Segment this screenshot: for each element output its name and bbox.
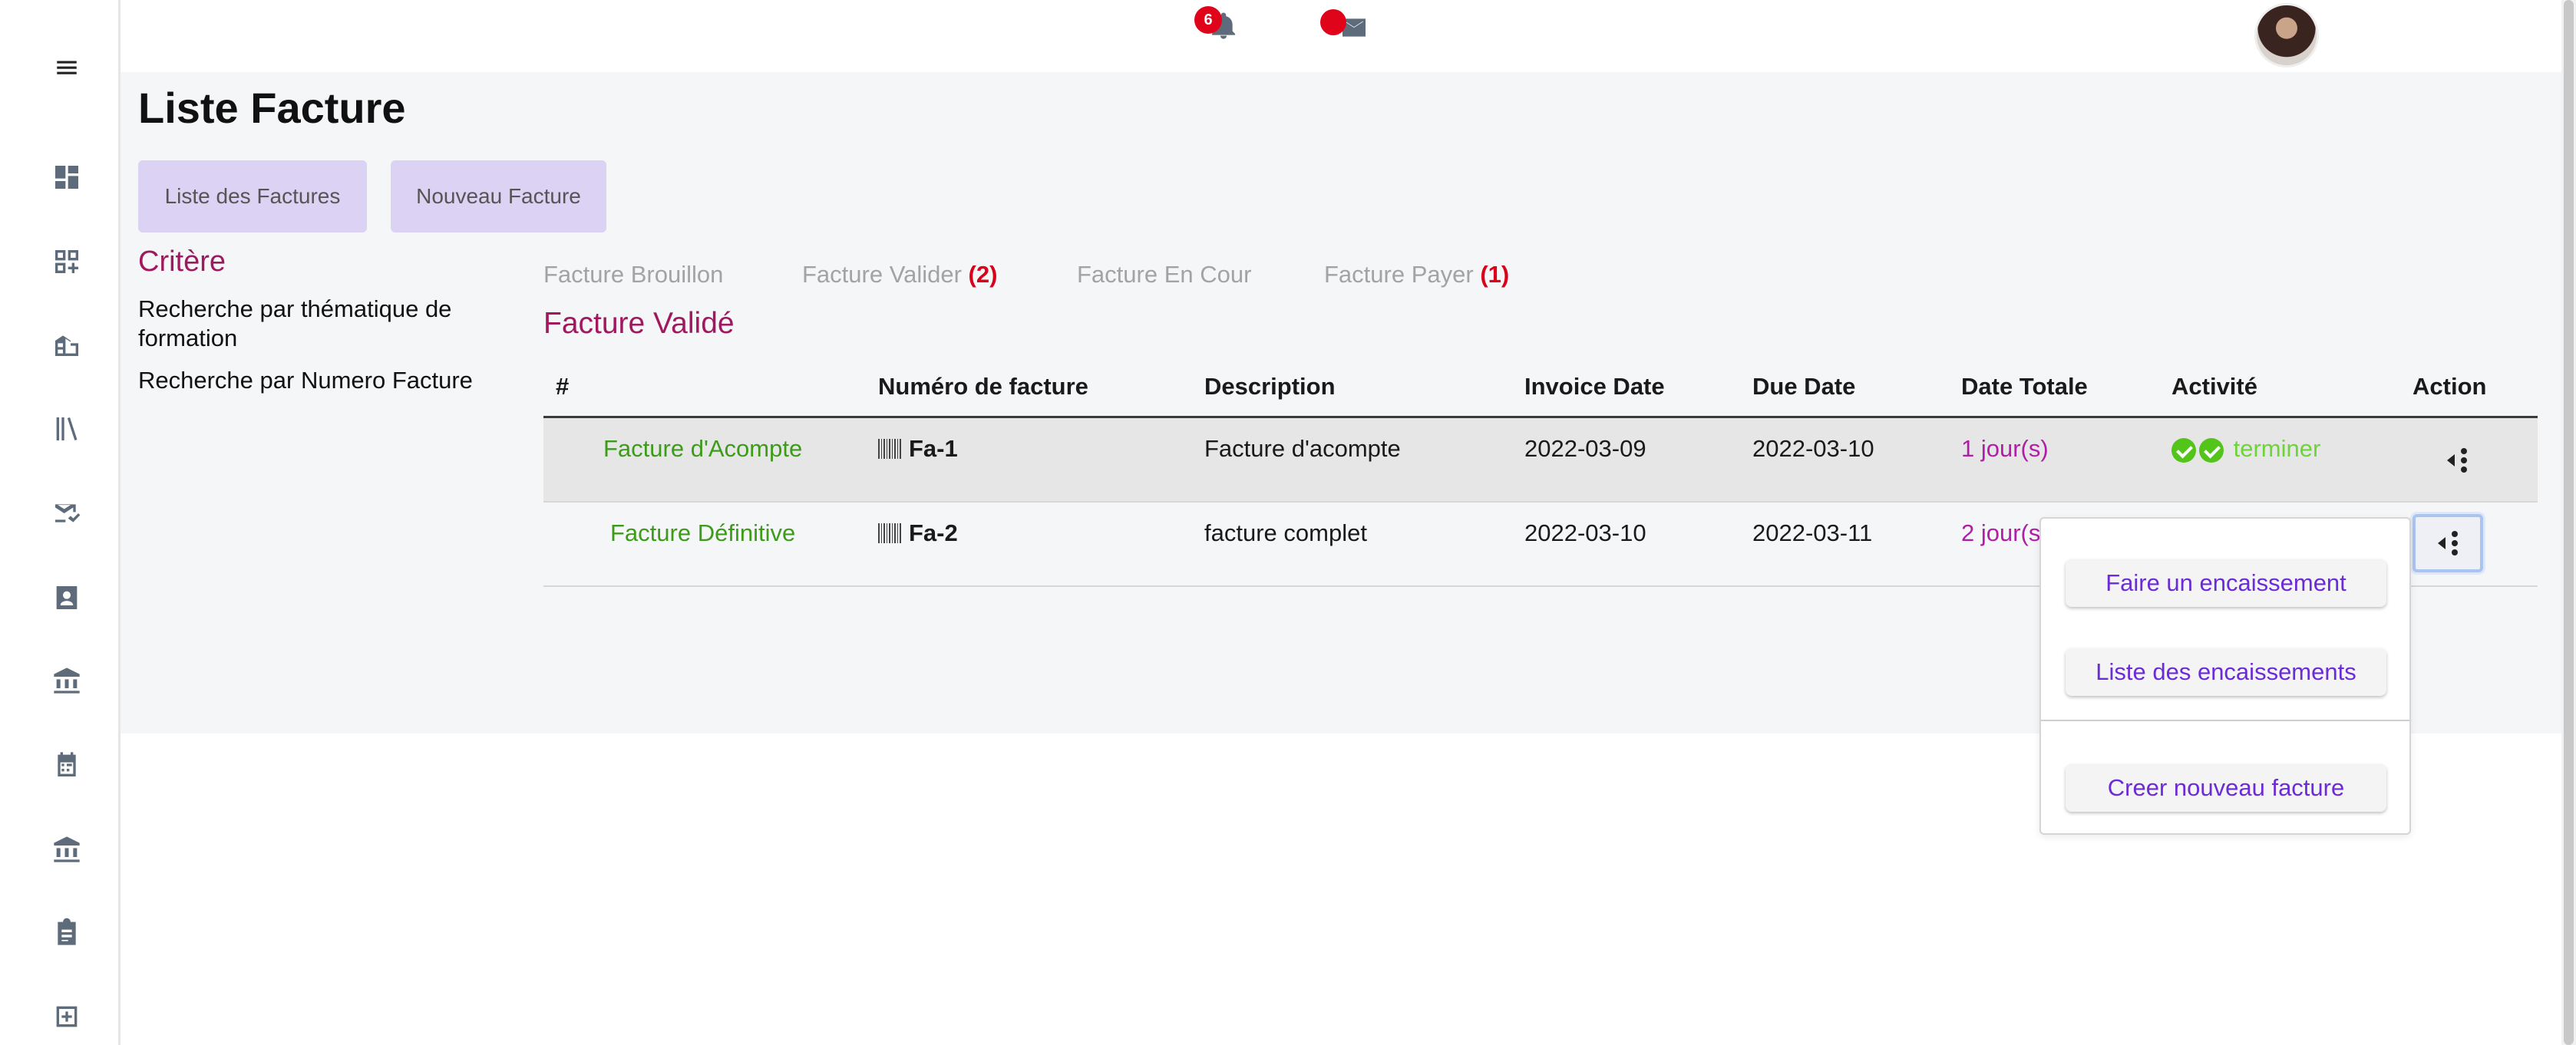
col-header-due-date: Due Date (1752, 373, 1856, 400)
barcode-icon (878, 439, 901, 459)
notification-count-badge: 6 (1194, 6, 1222, 34)
mark-email-icon[interactable] (48, 494, 86, 532)
invoice-number: Fa-2 (878, 519, 958, 547)
criteria-title: Critère (138, 246, 226, 278)
check-circle-icon (2199, 437, 2224, 463)
assignment-icon[interactable] (48, 913, 86, 951)
add-box-icon[interactable] (48, 997, 86, 1036)
tab-label: Facture Brouillon (543, 261, 724, 288)
tab-label: Facture Payer (1324, 261, 1474, 288)
row-action-button[interactable] (2413, 514, 2483, 572)
activity-status: terminer (2171, 435, 2320, 463)
sidebar (0, 0, 121, 1045)
scrollbar-thumb[interactable] (2564, 0, 2574, 1045)
invoice-description: Facture d'acompte (1204, 435, 1401, 462)
caret-left-icon (2447, 454, 2455, 466)
avatar[interactable] (2254, 3, 2319, 68)
col-header-description: Description (1204, 373, 1336, 400)
menu-item-liste-encaissements[interactable]: Liste des encaissements (2066, 648, 2386, 696)
tab-facture-payer[interactable]: Facture Payer (1) (1324, 261, 1509, 288)
widgets-add-icon[interactable] (48, 242, 86, 281)
col-header-date-totale: Date Totale (1961, 373, 2088, 400)
filter-by-theme[interactable]: Recherche par thématique de formation (138, 295, 476, 353)
more-vert-icon (2452, 531, 2458, 555)
barcode-icon (878, 523, 901, 543)
invoice-number: Fa-1 (878, 435, 958, 463)
invoice-date: 2022-03-10 (1524, 519, 1646, 546)
col-header-invoice-date: Invoice Date (1524, 373, 1665, 400)
calendar-icon[interactable] (48, 746, 86, 784)
col-header-index: # (556, 373, 570, 400)
invoice-type: Facture d'Acompte (603, 435, 803, 462)
tab-facture-brouillon[interactable]: Facture Brouillon (543, 261, 723, 288)
activity-label: terminer (2233, 435, 2321, 462)
col-header-action: Action (2413, 373, 2487, 400)
due-date: 2022-03-10 (1752, 435, 1874, 462)
menu-item-faire-encaissement[interactable]: Faire un encaissement (2066, 559, 2386, 607)
tab-label: Facture Valider (802, 261, 962, 288)
tab-count: (2) (968, 261, 998, 288)
invoice-type: Facture Définitive (610, 519, 796, 546)
invoice-number-text: Fa-1 (909, 435, 958, 462)
invoice-number-text: Fa-2 (909, 519, 958, 546)
date-totale: 2 jour(s) (1961, 519, 2049, 546)
tab-count: (1) (1480, 261, 1510, 288)
building-icon[interactable] (48, 325, 86, 364)
notifications-button[interactable]: 6 (1194, 6, 1243, 48)
menu-item-creer-facture[interactable]: Creer nouveau facture (2066, 764, 2386, 812)
tab-facture-valider[interactable]: Facture Valider (2) (802, 261, 997, 288)
col-header-number: Numéro de facture (878, 373, 1088, 400)
contact-card-icon[interactable] (48, 579, 86, 617)
row-action-menu: Faire un encaissement Liste des encaisse… (2039, 517, 2411, 835)
filter-by-number[interactable]: Recherche par Numero Facture (138, 366, 476, 395)
row-action-button[interactable] (2422, 431, 2492, 490)
dashboard-icon[interactable] (48, 158, 86, 196)
menu-icon[interactable] (48, 48, 86, 87)
menu-divider (2041, 720, 2409, 721)
invoice-date: 2022-03-09 (1524, 435, 1646, 462)
date-totale: 1 jour(s) (1961, 435, 2049, 462)
more-vert-icon (2461, 448, 2467, 473)
messages-button[interactable] (1320, 9, 1374, 48)
app-root: 6 Liste Facture Liste des Factures Nouve… (0, 0, 2576, 1045)
page-title: Liste Facture (138, 84, 406, 132)
message-dot-badge (1320, 9, 1346, 35)
col-header-activity: Activité (2171, 373, 2257, 400)
list-invoices-button[interactable]: Liste des Factures (138, 160, 367, 232)
due-date: 2022-03-11 (1752, 519, 1873, 546)
tab-label: Facture En Cour (1077, 261, 1252, 288)
bank-icon[interactable] (48, 661, 86, 700)
library-icon[interactable] (48, 410, 86, 448)
new-invoice-button[interactable]: Nouveau Facture (391, 160, 606, 232)
institution-icon[interactable] (48, 830, 86, 869)
caret-left-icon (2438, 537, 2446, 549)
check-circle-icon (2171, 437, 2196, 463)
invoice-description: facture complet (1204, 519, 1367, 546)
section-title: Facture Validé (543, 307, 735, 340)
tab-facture-en-cour[interactable]: Facture En Cour (1077, 261, 1251, 288)
